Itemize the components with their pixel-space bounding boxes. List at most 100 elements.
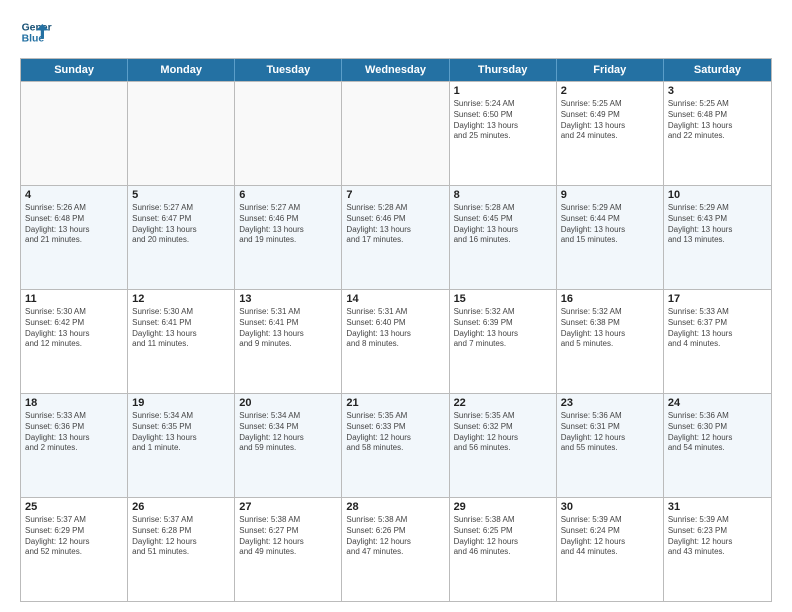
calendar-cell: 10 Sunrise: 5:29 AM Sunset: 6:43 PM Dayli…	[664, 186, 771, 289]
calendar-cell: 31 Sunrise: 5:39 AM Sunset: 6:23 PM Dayli…	[664, 498, 771, 601]
weekday-header: Wednesday	[342, 59, 449, 81]
day-number: 2	[561, 85, 659, 97]
cell-detail: Sunrise: 5:34 AM Sunset: 6:34 PM Dayligh…	[239, 411, 337, 454]
cell-detail: Sunrise: 5:34 AM Sunset: 6:35 PM Dayligh…	[132, 411, 230, 454]
cell-detail: Sunrise: 5:35 AM Sunset: 6:33 PM Dayligh…	[346, 411, 444, 454]
calendar-cell: 3Sunrise: 5:25 AM Sunset: 6:48 PM Daylig…	[664, 82, 771, 185]
svg-text:General: General	[22, 22, 52, 33]
cell-detail: Sunrise: 5:29 AM Sunset: 6:44 PM Dayligh…	[561, 203, 659, 246]
weekday-header: Saturday	[664, 59, 771, 81]
day-number: 19	[132, 397, 230, 409]
day-number: 15	[454, 293, 552, 305]
day-number: 8	[454, 189, 552, 201]
cell-detail: Sunrise: 5:32 AM Sunset: 6:38 PM Dayligh…	[561, 307, 659, 350]
weekday-header: Tuesday	[235, 59, 342, 81]
logo-icon: General Blue	[20, 16, 52, 48]
day-number: 29	[454, 501, 552, 513]
calendar-cell: 5 Sunrise: 5:27 AM Sunset: 6:47 PM Daylig…	[128, 186, 235, 289]
day-number: 23	[561, 397, 659, 409]
weekday-header: Friday	[557, 59, 664, 81]
day-number: 31	[668, 501, 767, 513]
day-number: 12	[132, 293, 230, 305]
calendar: SundayMondayTuesdayWednesdayThursdayFrid…	[20, 58, 772, 602]
calendar-row: 18Sunrise: 5:33 AM Sunset: 6:36 PM Dayli…	[21, 393, 771, 497]
calendar-cell: 22 Sunrise: 5:35 AM Sunset: 6:32 PM Dayli…	[450, 394, 557, 497]
cell-detail: Sunrise: 5:36 AM Sunset: 6:31 PM Dayligh…	[561, 411, 659, 454]
cell-detail: Sunrise: 5:37 AM Sunset: 6:28 PM Dayligh…	[132, 515, 230, 558]
day-number: 5	[132, 189, 230, 201]
calendar-cell: 16 Sunrise: 5:32 AM Sunset: 6:38 PM Dayli…	[557, 290, 664, 393]
cell-detail: Sunrise: 5:25 AM Sunset: 6:49 PM Dayligh…	[561, 99, 659, 142]
calendar-cell: 26 Sunrise: 5:37 AM Sunset: 6:28 PM Dayli…	[128, 498, 235, 601]
weekday-header: Thursday	[450, 59, 557, 81]
calendar-row: 1 Sunrise: 5:24 AM Sunset: 6:50 PM Daylig…	[21, 81, 771, 185]
day-number: 17	[668, 293, 767, 305]
page: General Blue SundayMondayTuesdayWednesda…	[0, 0, 792, 612]
cell-detail: Sunrise: 5:31 AM Sunset: 6:41 PM Dayligh…	[239, 307, 337, 350]
day-number: 28	[346, 501, 444, 513]
cell-detail: Sunrise: 5:39 AM Sunset: 6:23 PM Dayligh…	[668, 515, 767, 558]
day-number: 24	[668, 397, 767, 409]
cell-detail: Sunrise: 5:38 AM Sunset: 6:26 PM Dayligh…	[346, 515, 444, 558]
day-number: 10	[668, 189, 767, 201]
day-number: 18	[25, 397, 123, 409]
calendar-cell: 9 Sunrise: 5:29 AM Sunset: 6:44 PM Daylig…	[557, 186, 664, 289]
weekday-header: Monday	[128, 59, 235, 81]
calendar-cell	[342, 82, 449, 185]
day-number: 1	[454, 85, 552, 97]
calendar-row: 25 Sunrise: 5:37 AM Sunset: 6:29 PM Dayli…	[21, 497, 771, 601]
calendar-body: 1 Sunrise: 5:24 AM Sunset: 6:50 PM Daylig…	[21, 81, 771, 601]
calendar-cell	[235, 82, 342, 185]
calendar-cell: 1 Sunrise: 5:24 AM Sunset: 6:50 PM Daylig…	[450, 82, 557, 185]
day-number: 20	[239, 397, 337, 409]
cell-detail: Sunrise: 5:27 AM Sunset: 6:46 PM Dayligh…	[239, 203, 337, 246]
day-number: 25	[25, 501, 123, 513]
calendar-cell: 23 Sunrise: 5:36 AM Sunset: 6:31 PM Dayli…	[557, 394, 664, 497]
calendar-cell: 20 Sunrise: 5:34 AM Sunset: 6:34 PM Dayli…	[235, 394, 342, 497]
calendar-cell: 28 Sunrise: 5:38 AM Sunset: 6:26 PM Dayli…	[342, 498, 449, 601]
day-number: 26	[132, 501, 230, 513]
day-number: 11	[25, 293, 123, 305]
calendar-cell: 19 Sunrise: 5:34 AM Sunset: 6:35 PM Dayli…	[128, 394, 235, 497]
logo: General Blue	[20, 16, 52, 48]
day-number: 21	[346, 397, 444, 409]
calendar-cell: 27Sunrise: 5:38 AM Sunset: 6:27 PM Dayli…	[235, 498, 342, 601]
calendar-cell: 11 Sunrise: 5:30 AM Sunset: 6:42 PM Dayli…	[21, 290, 128, 393]
cell-detail: Sunrise: 5:37 AM Sunset: 6:29 PM Dayligh…	[25, 515, 123, 558]
cell-detail: Sunrise: 5:30 AM Sunset: 6:41 PM Dayligh…	[132, 307, 230, 350]
calendar-cell	[21, 82, 128, 185]
day-number: 13	[239, 293, 337, 305]
calendar-cell: 13 Sunrise: 5:31 AM Sunset: 6:41 PM Dayli…	[235, 290, 342, 393]
day-number: 7	[346, 189, 444, 201]
cell-detail: Sunrise: 5:35 AM Sunset: 6:32 PM Dayligh…	[454, 411, 552, 454]
cell-detail: Sunrise: 5:28 AM Sunset: 6:45 PM Dayligh…	[454, 203, 552, 246]
cell-detail: Sunrise: 5:29 AM Sunset: 6:43 PM Dayligh…	[668, 203, 767, 246]
calendar-cell: 21 Sunrise: 5:35 AM Sunset: 6:33 PM Dayli…	[342, 394, 449, 497]
calendar-cell: 6 Sunrise: 5:27 AM Sunset: 6:46 PM Daylig…	[235, 186, 342, 289]
calendar-cell: 4Sunrise: 5:26 AM Sunset: 6:48 PM Daylig…	[21, 186, 128, 289]
calendar-cell: 8 Sunrise: 5:28 AM Sunset: 6:45 PM Daylig…	[450, 186, 557, 289]
calendar-cell: 24Sunrise: 5:36 AM Sunset: 6:30 PM Dayli…	[664, 394, 771, 497]
weekday-header: Sunday	[21, 59, 128, 81]
cell-detail: Sunrise: 5:28 AM Sunset: 6:46 PM Dayligh…	[346, 203, 444, 246]
cell-detail: Sunrise: 5:24 AM Sunset: 6:50 PM Dayligh…	[454, 99, 552, 142]
day-number: 16	[561, 293, 659, 305]
day-number: 6	[239, 189, 337, 201]
day-number: 22	[454, 397, 552, 409]
header: General Blue	[20, 16, 772, 48]
calendar-cell: 25 Sunrise: 5:37 AM Sunset: 6:29 PM Dayli…	[21, 498, 128, 601]
cell-detail: Sunrise: 5:27 AM Sunset: 6:47 PM Dayligh…	[132, 203, 230, 246]
day-number: 9	[561, 189, 659, 201]
day-number: 27	[239, 501, 337, 513]
calendar-cell	[128, 82, 235, 185]
calendar-cell: 12 Sunrise: 5:30 AM Sunset: 6:41 PM Dayli…	[128, 290, 235, 393]
cell-detail: Sunrise: 5:31 AM Sunset: 6:40 PM Dayligh…	[346, 307, 444, 350]
cell-detail: Sunrise: 5:39 AM Sunset: 6:24 PM Dayligh…	[561, 515, 659, 558]
day-number: 4	[25, 189, 123, 201]
cell-detail: Sunrise: 5:38 AM Sunset: 6:25 PM Dayligh…	[454, 515, 552, 558]
day-number: 30	[561, 501, 659, 513]
cell-detail: Sunrise: 5:30 AM Sunset: 6:42 PM Dayligh…	[25, 307, 123, 350]
cell-detail: Sunrise: 5:33 AM Sunset: 6:37 PM Dayligh…	[668, 307, 767, 350]
calendar-cell: 18Sunrise: 5:33 AM Sunset: 6:36 PM Dayli…	[21, 394, 128, 497]
calendar-cell: 7 Sunrise: 5:28 AM Sunset: 6:46 PM Daylig…	[342, 186, 449, 289]
